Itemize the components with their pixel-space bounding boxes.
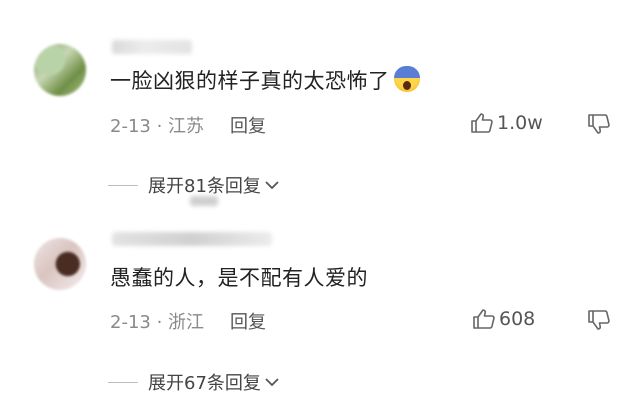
scream-emoji-icon	[393, 66, 420, 92]
chevron-down-icon	[265, 378, 279, 387]
like-button[interactable]: 608	[472, 308, 535, 330]
thumbs-down-icon	[588, 310, 610, 330]
thumbs-up-icon	[473, 309, 495, 329]
comment-meta: 2-13 · 浙江 回复	[110, 308, 266, 334]
thumbs-up-icon	[471, 113, 493, 133]
like-count: 1.0w	[497, 112, 543, 134]
thumbs-down-icon	[588, 114, 610, 134]
expand-replies-button[interactable]: 展开67条回复	[108, 369, 279, 395]
dislike-button[interactable]	[587, 113, 611, 139]
expand-replies-button[interactable]: 展开81条回复	[108, 172, 279, 198]
date-location: 2-13 · 江苏	[110, 116, 205, 137]
avatar[interactable]	[34, 44, 86, 96]
divider-line	[108, 381, 138, 383]
chevron-down-icon	[265, 181, 279, 190]
comment-meta: 2-13 · 江苏 回复	[110, 112, 266, 138]
comment-text: 一脸凶狠的样子真的太恐怖了	[110, 65, 420, 95]
dislike-button[interactable]	[587, 309, 611, 335]
comment-text: 愚蠢的人，是不配有人爱的	[110, 262, 368, 292]
expand-replies-label: 展开81条回复	[148, 176, 261, 197]
date-location: 2-13 · 浙江	[110, 312, 205, 333]
username-blurred[interactable]	[112, 40, 192, 54]
like-button[interactable]: 1.0w	[470, 112, 543, 134]
blur-smudge	[190, 196, 218, 206]
comment-text-content: 一脸凶狠的样子真的太恐怖了	[110, 69, 390, 93]
reply-button[interactable]: 回复	[230, 116, 266, 137]
like-count: 608	[499, 308, 536, 330]
reply-button[interactable]: 回复	[230, 312, 266, 333]
username-blurred[interactable]	[112, 232, 272, 246]
divider-line	[108, 184, 138, 186]
comment-text-content: 愚蠢的人，是不配有人爱的	[110, 266, 368, 290]
expand-replies-label: 展开67条回复	[148, 373, 261, 394]
avatar[interactable]	[34, 238, 86, 290]
